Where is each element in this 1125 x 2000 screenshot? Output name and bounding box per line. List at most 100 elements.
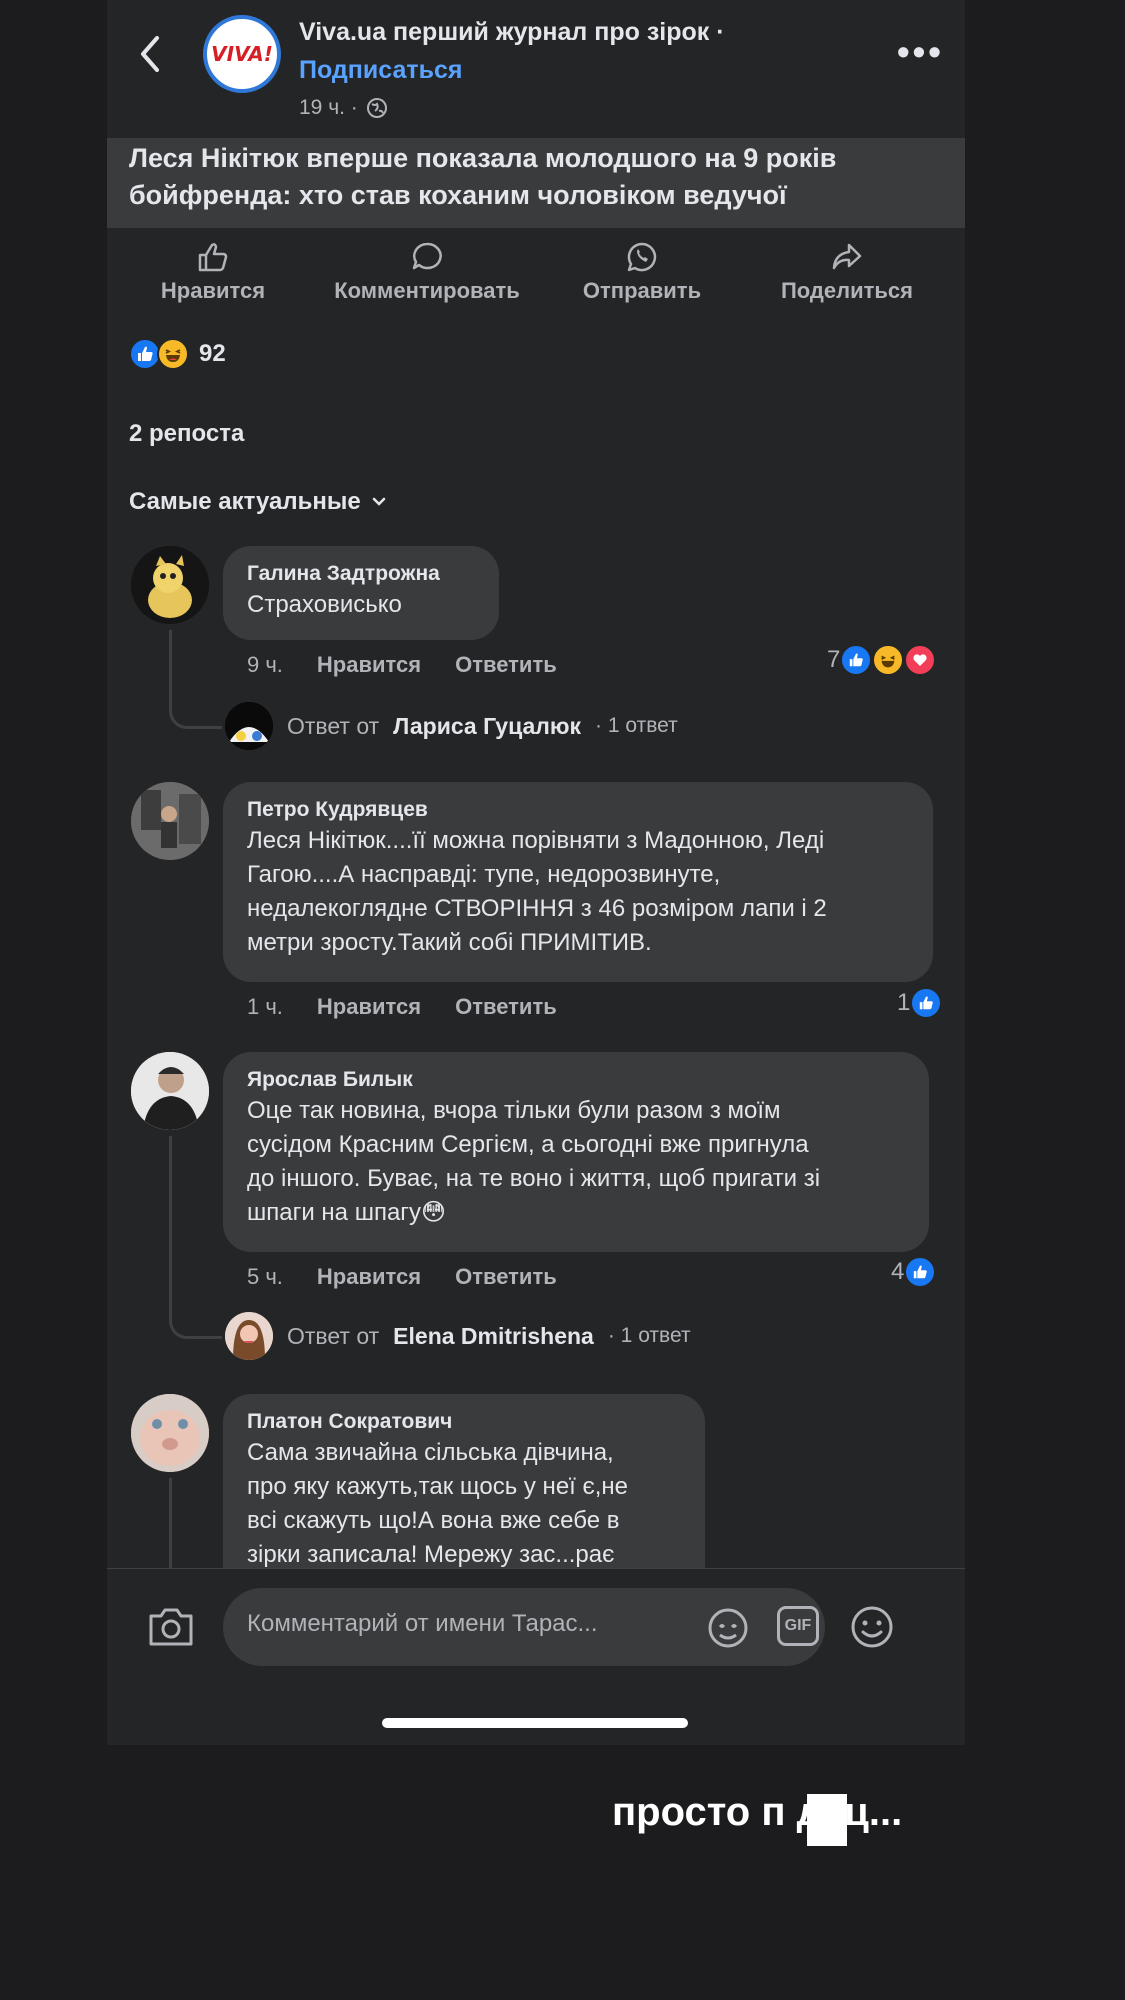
comment-author[interactable]: Петро Кудрявцев	[247, 796, 911, 824]
comment-reactions[interactable]: 7	[827, 644, 937, 676]
comment-bubble[interactable]: Ярослав Билык Оце так новина, вчора тіль…	[223, 1052, 929, 1252]
comment-text-line: до іншого. Буває, на те воно і життя, що…	[247, 1165, 821, 1192]
avatar	[225, 1312, 273, 1360]
comment-meta: 1 ч. Нравится Ответить	[247, 994, 557, 1020]
comment-text-line: метри зросту.Такий собі ПРИМІТИВ.	[247, 929, 652, 956]
comment-text-line: сусідом Красним Сергієм, а сьогодні вже …	[247, 1131, 809, 1158]
emoji-icon[interactable]	[849, 1604, 895, 1655]
like-button-label: Нравится	[160, 278, 266, 303]
comment-meta: 5 ч. Нравится Ответить	[247, 1264, 557, 1290]
comment-reaction-count: 7	[827, 646, 841, 673]
comment-bubble[interactable]: Петро Кудрявцев Леся Нікітюк....її можна…	[223, 782, 933, 982]
comment-text-line: Леся Нікітюк....її можна порівняти з Мад…	[247, 827, 825, 854]
gif-label: GIF	[784, 1617, 812, 1634]
reposts-count[interactable]: 2 репоста	[129, 420, 244, 448]
share-button[interactable]: Поделиться	[747, 240, 947, 304]
comment-time: 1 ч.	[247, 994, 283, 1019]
comment-reply-button[interactable]: Ответить	[455, 994, 557, 1020]
whatsapp-icon	[627, 242, 657, 272]
page-logo-avatar[interactable]: VIVA!	[203, 15, 281, 93]
comment-button-label: Комментировать	[334, 278, 520, 303]
page-name[interactable]: Viva.ua перший журнал про зірок ·	[299, 18, 725, 47]
reply-prefix: Ответ от	[287, 1322, 380, 1349]
comment-author[interactable]: Галина Задтрожна	[247, 560, 477, 588]
home-indicator	[382, 1718, 688, 1728]
comment-reply-button[interactable]: Ответить	[455, 1264, 557, 1290]
comment-like-button[interactable]: Нравится	[317, 1264, 421, 1290]
comment-text-line: всі скажуть що!А вона вже себе в	[247, 1507, 620, 1534]
reply-count: · 1 ответ	[595, 714, 678, 737]
comment-text-line: Сама звичайна сільська дівчина,	[247, 1439, 614, 1466]
story-caption: просто п дец...	[612, 1790, 903, 1834]
comment-text-line: шпаги на шпагу😳	[247, 1199, 447, 1226]
like-icon	[198, 243, 228, 272]
avatar[interactable]	[131, 782, 209, 860]
send-button[interactable]: Отправить	[542, 240, 742, 304]
comment-text-line: зірки записала! Мережу зас...рає	[247, 1541, 615, 1568]
comment-author[interactable]: Платон Сократович	[247, 1408, 683, 1436]
reply-author: Elena Dmitrishena	[393, 1322, 594, 1349]
send-button-label: Отправить	[582, 278, 702, 303]
chevron-down-icon	[372, 497, 385, 506]
comment-text-line: недалекоглядне СТВОРІННЯ з 46 розміром л…	[247, 895, 827, 922]
comment-button[interactable]: Комментировать	[327, 240, 527, 304]
comment-reply-button[interactable]: Ответить	[455, 652, 557, 678]
back-icon[interactable]	[137, 34, 163, 79]
share-icon	[832, 243, 862, 270]
reaction-summary[interactable]: 92	[129, 338, 226, 370]
comment-text-line: про яку кажуть,так щось у неї є,не	[247, 1473, 629, 1500]
avatar[interactable]	[131, 1394, 209, 1472]
comment-reactions[interactable]: 1	[897, 987, 943, 1019]
camera-icon[interactable]	[147, 1606, 195, 1653]
post-title[interactable]: Леся Нікітюк вперше показала молодшого н…	[129, 140, 929, 214]
subscribe-button[interactable]: Подписаться	[299, 56, 462, 85]
thread-line	[169, 1136, 222, 1339]
gif-icon[interactable]: GIF	[777, 1606, 819, 1646]
logo-text: VIVA!	[211, 42, 273, 66]
reply-count: · 1 ответ	[607, 1324, 691, 1347]
avatar[interactable]	[131, 1052, 209, 1130]
haha-reaction-icon	[872, 644, 905, 676]
thread-line	[169, 630, 222, 729]
comment-time: 9 ч.	[247, 652, 283, 677]
reply-author: Лариса Гуцалюк	[393, 712, 582, 739]
post-time: 19 ч. ·	[299, 96, 358, 119]
comment-time: 5 ч.	[247, 1264, 283, 1289]
comment-text-line: Оце так новина, вчора тільки були разом …	[247, 1097, 781, 1124]
more-options-icon[interactable]: •••	[897, 34, 944, 70]
comment-author[interactable]: Ярослав Билык	[247, 1066, 907, 1094]
comment-text: Страховисько	[247, 591, 402, 618]
comment-text-line: Гагою....А насправді: тупе, недорозвинут…	[247, 861, 721, 888]
reply-thread[interactable]: Ответ от Лариса Гуцалюк · 1 ответ	[225, 702, 678, 750]
comment-bubble[interactable]: Платон Сократович Сама звичайна сільська…	[223, 1394, 705, 1594]
avatar-sticker-icon[interactable]	[705, 1604, 751, 1655]
sort-label: Самые актуальные	[129, 488, 361, 515]
reply-thread[interactable]: Ответ от Elena Dmitrishena · 1 ответ	[225, 1312, 691, 1360]
reply-prefix: Ответ от	[287, 712, 380, 739]
like-reaction-icon	[904, 1256, 937, 1288]
thread-line	[169, 1478, 173, 1578]
comment-like-button[interactable]: Нравится	[317, 652, 421, 678]
haha-reaction-icon	[157, 338, 189, 370]
comment-like-button[interactable]: Нравится	[317, 994, 421, 1020]
avatar[interactable]	[131, 546, 209, 624]
comment-reaction-count: 4	[891, 1258, 905, 1285]
comment-bubble[interactable]: Галина Задтрожна Страховисько	[223, 546, 499, 640]
facebook-post-screen: VIVA! Viva.ua перший журнал про зірок · …	[107, 0, 965, 1745]
avatar	[225, 702, 273, 750]
comment-input-placeholder: Комментарий от имени Тарас...	[247, 1610, 598, 1637]
comment-icon	[412, 242, 442, 270]
comment-meta: 9 ч. Нравится Ответить	[247, 652, 557, 678]
like-reaction-icon	[840, 644, 873, 676]
globe-icon	[366, 98, 387, 118]
share-button-label: Поделиться	[780, 278, 914, 303]
reaction-count: 92	[199, 340, 226, 367]
like-button[interactable]: Нравится	[113, 240, 313, 304]
like-reaction-icon	[910, 987, 943, 1019]
post-meta: 19 ч. ·	[299, 96, 388, 120]
comment-reactions[interactable]: 4	[891, 1256, 937, 1288]
love-reaction-icon	[904, 644, 937, 676]
comment-reaction-count: 1	[897, 989, 911, 1016]
censor-sticker	[807, 1794, 847, 1846]
comment-sort-dropdown[interactable]: Самые актуальные	[129, 488, 387, 516]
